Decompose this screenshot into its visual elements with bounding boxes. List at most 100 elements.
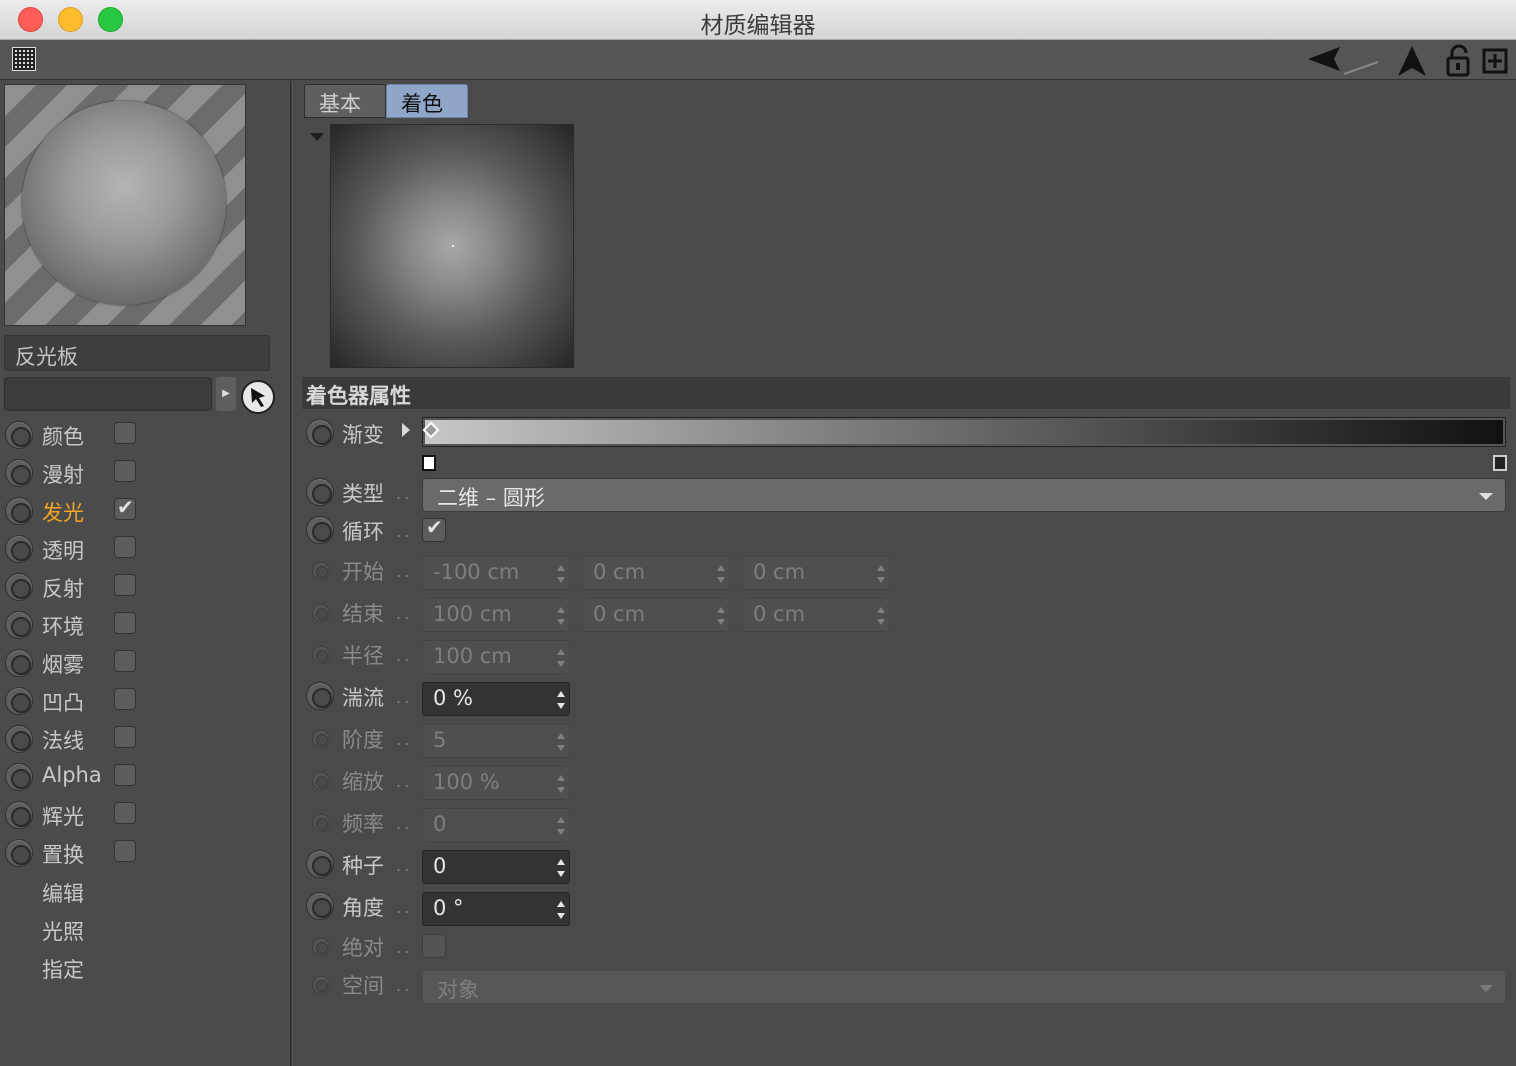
channel-item[interactable]: 颜色 bbox=[4, 419, 284, 453]
start-z-field[interactable]: 0 cm bbox=[742, 556, 890, 590]
animate-radio[interactable] bbox=[5, 649, 33, 677]
animate-radio[interactable] bbox=[5, 535, 33, 563]
animate-radio[interactable] bbox=[312, 604, 330, 622]
spinner-icon[interactable] bbox=[877, 565, 885, 583]
absolute-checkbox[interactable] bbox=[422, 934, 446, 958]
animate-radio[interactable] bbox=[5, 839, 33, 867]
cycle-checkbox[interactable] bbox=[422, 515, 446, 542]
channel-item[interactable]: 反射 bbox=[4, 571, 284, 605]
spinner-icon[interactable] bbox=[557, 817, 565, 835]
channel-item[interactable]: 透明 bbox=[4, 533, 284, 567]
channel-checkbox[interactable] bbox=[114, 764, 136, 786]
animate-radio[interactable] bbox=[306, 419, 334, 447]
animate-radio[interactable] bbox=[5, 801, 33, 829]
material-preview[interactable] bbox=[4, 84, 246, 326]
spinner-icon[interactable] bbox=[717, 565, 725, 583]
turbulence-field[interactable]: 0 % bbox=[422, 682, 570, 716]
forward-arrow-icon[interactable] bbox=[1394, 44, 1430, 78]
start-y-field[interactable]: 0 cm bbox=[582, 556, 730, 590]
seed-field[interactable]: 0 bbox=[422, 850, 570, 884]
animate-radio[interactable] bbox=[306, 478, 334, 506]
spinner-icon[interactable] bbox=[557, 691, 565, 709]
animate-radio[interactable] bbox=[312, 772, 330, 790]
material-name-field[interactable]: 反光板 bbox=[4, 335, 270, 371]
animate-radio[interactable] bbox=[5, 611, 33, 639]
channel-item[interactable]: 法线 bbox=[4, 723, 284, 757]
channel-item[interactable]: 烟雾 bbox=[4, 647, 284, 681]
animate-radio[interactable] bbox=[306, 516, 334, 544]
animate-radio[interactable] bbox=[306, 850, 334, 878]
animate-radio[interactable] bbox=[312, 976, 330, 994]
animate-radio[interactable] bbox=[5, 725, 33, 753]
channel-item[interactable]: 辉光 bbox=[4, 799, 284, 833]
channel-checkbox[interactable] bbox=[114, 840, 136, 862]
channel-checkbox[interactable] bbox=[114, 612, 136, 634]
spinner-icon[interactable] bbox=[717, 607, 725, 625]
channel-item[interactable]: 发光 bbox=[4, 495, 284, 529]
animate-radio[interactable] bbox=[306, 682, 334, 710]
animate-radio[interactable] bbox=[312, 814, 330, 832]
tab-shader[interactable]: 着色器 bbox=[386, 84, 468, 146]
channel-item[interactable]: 环境 bbox=[4, 609, 284, 643]
channel-checkbox[interactable] bbox=[114, 650, 136, 672]
end-x-field[interactable]: 100 cm bbox=[422, 598, 570, 632]
channel-search-input[interactable] bbox=[4, 377, 212, 411]
type-select[interactable]: 二维 – 圆形 bbox=[422, 478, 1506, 512]
expand-triangle-icon[interactable] bbox=[402, 423, 410, 437]
channel-checkbox[interactable] bbox=[114, 536, 136, 558]
octaves-field[interactable]: 5 bbox=[422, 724, 570, 758]
space-select[interactable]: 对象 bbox=[422, 970, 1506, 1004]
channel-item[interactable]: Alpha bbox=[4, 761, 284, 795]
channel-checkbox[interactable] bbox=[114, 495, 136, 520]
spinner-icon[interactable] bbox=[557, 775, 565, 793]
animate-radio[interactable] bbox=[5, 421, 33, 449]
channel-checkbox[interactable] bbox=[114, 802, 136, 824]
channel-checkbox[interactable] bbox=[114, 726, 136, 748]
channel-checkbox[interactable] bbox=[114, 688, 136, 710]
gradient-bar[interactable] bbox=[422, 417, 1506, 447]
spinner-icon[interactable] bbox=[877, 607, 885, 625]
angle-field[interactable]: 0 ° bbox=[422, 892, 570, 926]
channel-item[interactable]: 凹凸 bbox=[4, 685, 284, 719]
channel-item[interactable]: 置换 bbox=[4, 837, 284, 871]
collapse-triangle-icon[interactable] bbox=[310, 133, 324, 141]
back-arrow-icon[interactable] bbox=[1304, 44, 1382, 78]
new-window-icon[interactable] bbox=[1478, 44, 1514, 78]
channel-item[interactable]: 漫射 bbox=[4, 457, 284, 491]
gradient-knot-end[interactable] bbox=[1493, 455, 1507, 471]
channel-illumination[interactable]: 光照 bbox=[42, 916, 84, 946]
animate-radio[interactable] bbox=[5, 763, 33, 791]
search-arrow-icon[interactable]: ▶ bbox=[216, 377, 236, 411]
animate-radio[interactable] bbox=[5, 459, 33, 487]
channel-checkbox[interactable] bbox=[114, 460, 136, 482]
grip-icon[interactable] bbox=[12, 47, 36, 71]
spinner-icon[interactable] bbox=[557, 607, 565, 625]
animate-radio[interactable] bbox=[306, 892, 334, 920]
channel-checkbox[interactable] bbox=[114, 574, 136, 596]
animate-radio[interactable] bbox=[312, 938, 330, 956]
animate-radio[interactable] bbox=[312, 646, 330, 664]
spinner-icon[interactable] bbox=[557, 565, 565, 583]
channel-assign[interactable]: 指定 bbox=[42, 954, 84, 984]
spinner-icon[interactable] bbox=[557, 649, 565, 667]
radius-field[interactable]: 100 cm bbox=[422, 640, 570, 674]
frequency-field[interactable]: 0 bbox=[422, 808, 570, 842]
animate-radio[interactable] bbox=[5, 573, 33, 601]
channel-edit[interactable]: 编辑 bbox=[42, 878, 84, 908]
animate-radio[interactable] bbox=[312, 730, 330, 748]
spinner-icon[interactable] bbox=[557, 901, 565, 919]
unlock-icon[interactable] bbox=[1442, 44, 1478, 78]
pick-cursor-icon[interactable] bbox=[240, 379, 276, 415]
animate-radio[interactable] bbox=[5, 497, 33, 525]
panel-divider[interactable] bbox=[290, 81, 293, 1066]
start-x-field[interactable]: -100 cm bbox=[422, 556, 570, 590]
gradient-knot-start[interactable] bbox=[422, 455, 436, 471]
spinner-icon[interactable] bbox=[557, 859, 565, 877]
spinner-icon[interactable] bbox=[557, 733, 565, 751]
animate-radio[interactable] bbox=[5, 687, 33, 715]
animate-radio[interactable] bbox=[312, 562, 330, 580]
scale-field[interactable]: 100 % bbox=[422, 766, 570, 800]
tab-basic[interactable]: 基本 bbox=[304, 84, 386, 118]
end-z-field[interactable]: 0 cm bbox=[742, 598, 890, 632]
end-y-field[interactable]: 0 cm bbox=[582, 598, 730, 632]
